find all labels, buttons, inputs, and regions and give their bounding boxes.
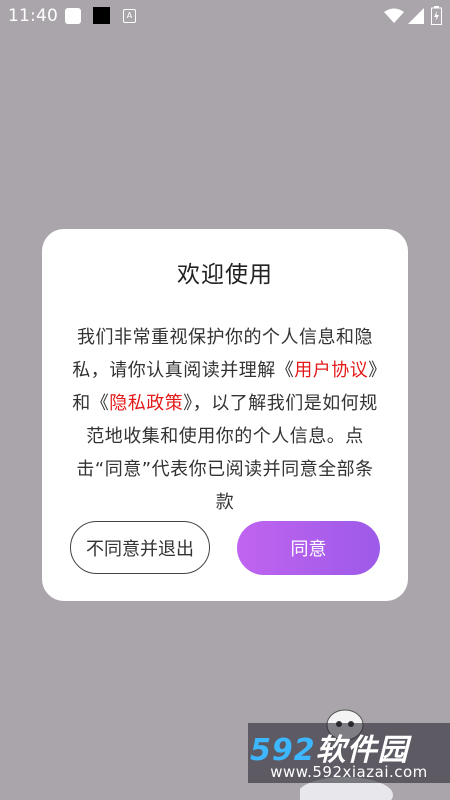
privacy-dialog: 欢迎使用 我们非常重视保护你的个人信息和隐私，请你认真阅读并理解《用户协议》和《…: [42, 229, 408, 601]
status-time: 11:40: [8, 6, 58, 26]
privacy-policy-link[interactable]: 隐私政策: [109, 393, 183, 414]
dialog-title: 欢迎使用: [177, 262, 273, 288]
decline-exit-button[interactable]: 不同意并退出: [70, 521, 210, 574]
notification-icon-dark: [93, 7, 110, 24]
notification-icon: [65, 8, 81, 24]
wifi-icon: [384, 8, 404, 23]
signal-icon: [408, 8, 424, 24]
keyboard-notification-icon: A: [123, 9, 136, 23]
agree-button[interactable]: 同意: [237, 521, 380, 575]
watermark-url: www.592xiazai.com: [270, 763, 428, 781]
dialog-message: 我们非常重视保护你的个人信息和隐私，请你认真阅读并理解《用户协议》和《隐私政策》…: [68, 321, 382, 519]
user-agreement-link[interactable]: 用户协议: [294, 360, 368, 381]
battery-charging-icon: [431, 6, 442, 25]
status-bar: 11:40 A: [0, 0, 450, 32]
